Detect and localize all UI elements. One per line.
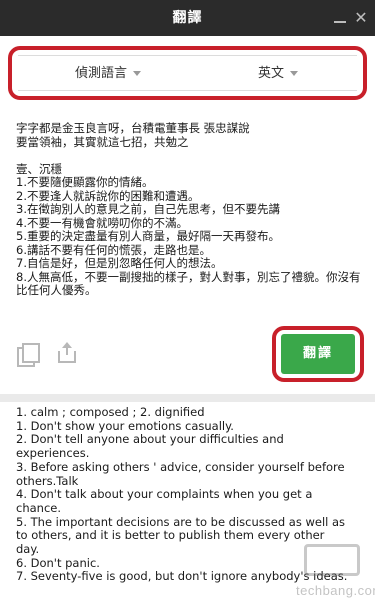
section-divider <box>0 394 375 402</box>
result-line: chance. <box>16 500 62 515</box>
result-line: to others, and it is better to publish t… <box>16 528 325 543</box>
minimize-icon[interactable] <box>331 9 349 27</box>
translation-result: 1. calm ; composed ; 2. dignified 1. Don… <box>16 406 361 600</box>
result-line: 4. Don't talk about your complaints when… <box>16 487 313 502</box>
result-line: 7. Seventy-five is good, but don't ignor… <box>16 569 348 584</box>
source-text-input[interactable]: 字字都是金玉良言呀，台積電董事長 張忠謀說 要當領袖，其實就這七招，共勉之 壹、… <box>16 121 361 322</box>
result-line: 2. Don't tell anyone about your difficul… <box>16 432 284 447</box>
result-line: 1. calm ; composed ; 2. dignified <box>16 406 205 419</box>
title-bar: 翻譯 ✕ <box>0 0 375 36</box>
translate-button-highlight: 翻譯 <box>272 326 364 382</box>
target-language-label: 英文 <box>257 66 284 81</box>
language-selector-panel: 偵測語言 英文 <box>8 46 367 100</box>
result-line: 5. The important decisions are to be dis… <box>16 514 346 529</box>
share-icon[interactable] <box>56 342 78 365</box>
result-line: experiences. <box>16 446 90 461</box>
result-line: day. <box>16 542 40 557</box>
translate-button[interactable]: 翻譯 <box>281 334 355 374</box>
result-line: 6. Don't panic. <box>16 555 100 570</box>
window-title: 翻譯 <box>172 10 203 26</box>
chevron-down-icon <box>290 71 298 76</box>
copy-icon[interactable] <box>17 343 40 367</box>
source-language-label: 偵測語言 <box>74 66 127 81</box>
result-line: 3. Before asking others ' advice, consid… <box>16 459 345 474</box>
result-line: others.Talk <box>16 473 79 488</box>
close-icon[interactable]: ✕ <box>352 9 370 27</box>
target-language-dropdown[interactable]: 英文 <box>198 56 358 92</box>
chevron-down-icon <box>133 71 141 76</box>
result-line: 1. Don't show your emotions casually. <box>16 418 234 433</box>
language-selector-row: 偵測語言 英文 <box>18 55 357 91</box>
source-language-dropdown[interactable]: 偵測語言 <box>28 56 188 92</box>
